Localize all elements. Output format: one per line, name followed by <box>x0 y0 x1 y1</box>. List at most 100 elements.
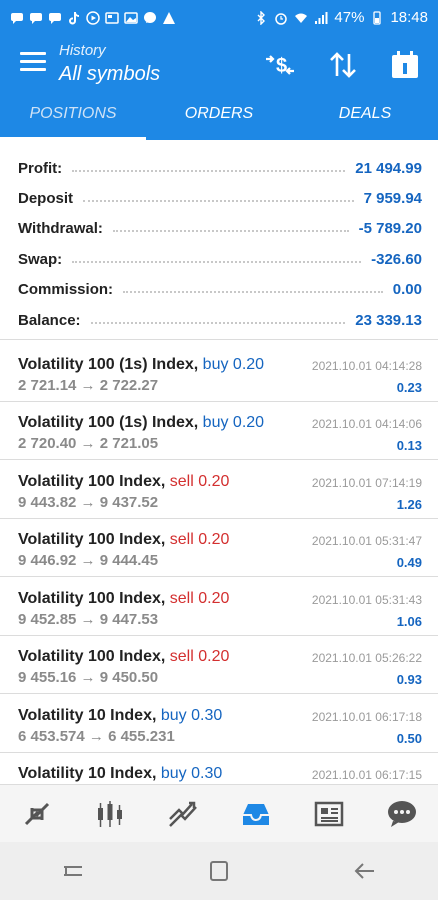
deal-row[interactable]: Volatility 100 (1s) Index, buy 0.20 2 72… <box>0 344 438 402</box>
nav-news[interactable] <box>292 785 365 842</box>
deal-symbol: Volatility 100 Index, <box>18 648 166 665</box>
summary-label: Swap: <box>18 250 67 268</box>
deals-list: Volatility 100 (1s) Index, buy 0.20 2 72… <box>0 344 438 784</box>
deal-profit: 0.93 <box>396 672 422 687</box>
deal-row[interactable]: Volatility 10 Index, buy 0.30 2021.10.01… <box>0 753 438 784</box>
deal-symbol: Volatility 10 Index, <box>18 707 157 724</box>
deal-row[interactable]: Volatility 100 (1s) Index, buy 0.20 2 72… <box>0 402 438 460</box>
bottom-navigation <box>0 784 438 842</box>
menu-icon-line <box>20 68 46 71</box>
nav-quotes[interactable] <box>0 785 73 842</box>
home-button[interactable] <box>194 851 244 891</box>
bluetooth-icon <box>254 10 268 26</box>
clock: 18:48 <box>390 8 428 26</box>
summary-value: -326.60 <box>367 250 422 268</box>
currency-exchange-icon[interactable]: $ <box>264 50 296 80</box>
system-navigation <box>0 842 438 900</box>
chat-icon <box>387 800 416 827</box>
deal-time: 2021.10.01 05:31:43 <box>311 593 422 607</box>
summary-row-withdrawal: Withdrawal: -5 789.20 <box>18 213 422 243</box>
account-summary: Profit: 21 494.99 Deposit 7 959.94 Withd… <box>0 140 438 340</box>
messenger-icon <box>143 11 157 23</box>
summary-value: -5 789.20 <box>354 219 422 237</box>
back-arrow-icon <box>354 863 374 879</box>
svg-text:$: $ <box>276 55 287 77</box>
nav-trade[interactable] <box>146 785 219 842</box>
sort-icon[interactable] <box>327 50 359 80</box>
deal-row[interactable]: Volatility 100 Index, sell 0.20 9 452.85… <box>0 578 438 636</box>
summary-value: 7 959.94 <box>359 189 422 207</box>
menu-button[interactable] <box>20 52 46 74</box>
deal-symbol-line: Volatility 100 (1s) Index, buy 0.20 <box>18 414 264 432</box>
deal-side: sell 0.20 <box>169 590 230 607</box>
battery-icon <box>370 11 384 25</box>
deal-prices: 9 446.92 → 9 444.45 <box>18 552 159 569</box>
dotted-leader <box>72 164 346 172</box>
app-bar: History All symbols $ <box>0 34 438 92</box>
deal-row[interactable]: Volatility 100 Index, sell 0.20 9 443.82… <box>0 461 438 519</box>
summary-row-commission: Commission: 0.00 <box>18 274 422 304</box>
status-bar: 47% 18:48 <box>0 0 438 34</box>
deal-side: buy 0.30 <box>160 765 223 782</box>
deal-symbol-line: Volatility 100 Index, sell 0.20 <box>18 648 229 666</box>
deal-symbol-line: Volatility 100 Index, sell 0.20 <box>18 531 229 549</box>
tab-deals[interactable]: DEALS <box>292 92 438 140</box>
summary-label: Withdrawal: <box>18 219 107 237</box>
deal-time: 2021.10.01 05:31:47 <box>311 534 422 548</box>
tab-positions[interactable]: POSITIONS <box>0 92 146 140</box>
deal-profit: 0.50 <box>396 731 422 746</box>
page-subtitle: History <box>59 42 106 59</box>
summary-row-balance: Balance: 23 339.13 <box>18 305 422 335</box>
deal-prices: 9 455.16 → 9 450.50 <box>18 669 159 686</box>
deal-prices: 9 452.85 → 9 447.53 <box>18 611 159 628</box>
history-tabs: POSITIONS ORDERS DEALS <box>0 92 438 140</box>
deal-prices: 2 721.14 → 2 722.27 <box>18 377 159 394</box>
deal-symbol: Volatility 10 Index, <box>18 765 157 782</box>
quotes-icon <box>24 802 49 825</box>
nav-chat[interactable] <box>365 785 438 842</box>
system-status: 47% 18:48 <box>254 9 428 26</box>
deal-time: 2021.10.01 04:14:28 <box>311 359 422 373</box>
signal-icon <box>314 11 328 24</box>
page-title[interactable]: All symbols <box>59 63 160 86</box>
summary-label: Commission: <box>18 280 118 298</box>
summary-value: 0.00 <box>388 280 422 298</box>
deal-side: buy 0.30 <box>160 707 223 724</box>
deal-row[interactable]: Volatility 100 Index, sell 0.20 9 455.16… <box>0 636 438 694</box>
battery-percent: 47% <box>334 8 365 26</box>
back-button[interactable] <box>340 851 390 891</box>
summary-value: 23 339.13 <box>351 311 422 329</box>
deal-profit: 0.49 <box>396 555 422 570</box>
play-icon <box>86 11 100 25</box>
deal-row[interactable]: Volatility 10 Index, buy 0.30 6 453.574 … <box>0 695 438 753</box>
deal-row[interactable]: Volatility 100 Index, sell 0.20 9 446.92… <box>0 519 438 577</box>
deal-symbol: Volatility 100 (1s) Index, <box>18 414 199 431</box>
message-icon <box>48 11 62 24</box>
deal-time: 2021.10.01 04:14:06 <box>311 417 422 431</box>
summary-row-profit: Profit: 21 494.99 <box>18 153 422 183</box>
recent-apps-button[interactable] <box>48 851 98 891</box>
dotted-leader <box>83 194 354 202</box>
calendar-icon[interactable] <box>389 50 421 80</box>
message-icon <box>29 11 43 24</box>
news-icon <box>314 801 343 826</box>
summary-label: Deposit <box>18 189 78 207</box>
dotted-leader <box>112 224 349 232</box>
deal-side: buy 0.20 <box>202 356 265 373</box>
dotted-leader <box>90 316 346 324</box>
trade-icon <box>168 801 197 827</box>
nav-history[interactable] <box>219 785 292 842</box>
deal-symbol: Volatility 100 Index, <box>18 590 166 607</box>
notification-icons <box>10 11 176 25</box>
deal-symbol-line: Volatility 100 Index, sell 0.20 <box>18 473 229 491</box>
deal-symbol: Volatility 100 (1s) Index, <box>18 356 199 373</box>
summary-row-deposit: Deposit 7 959.94 <box>18 183 422 213</box>
message-icon <box>10 11 24 24</box>
summary-row-swap: Swap: -326.60 <box>18 244 422 274</box>
deal-profit: 0.23 <box>396 380 422 395</box>
nav-chart[interactable] <box>73 785 146 842</box>
tiktok-icon <box>67 11 81 25</box>
dotted-leader <box>72 255 362 263</box>
tab-orders[interactable]: ORDERS <box>146 92 292 140</box>
deal-prices: 9 443.82 → 9 437.52 <box>18 494 159 511</box>
